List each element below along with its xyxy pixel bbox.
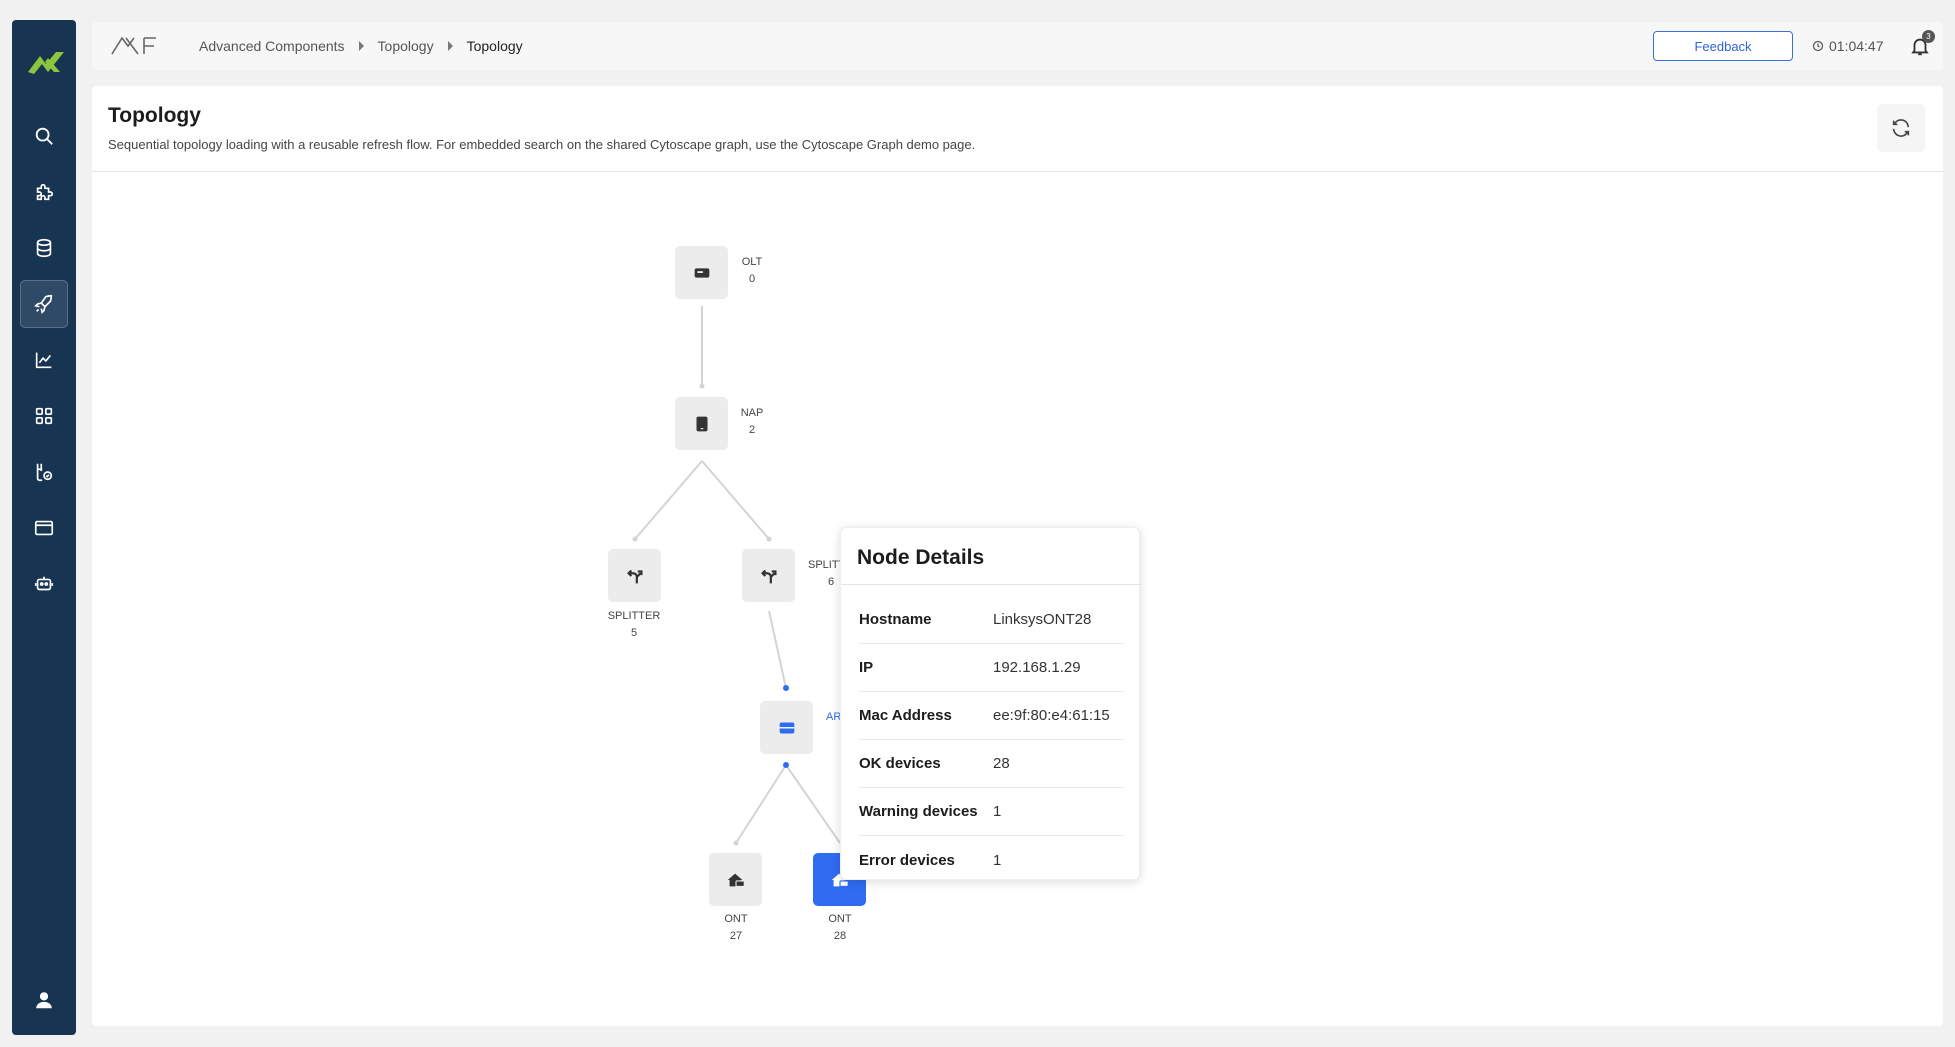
detail-value: 28 bbox=[993, 755, 1010, 772]
detail-key: OK devices bbox=[859, 755, 941, 772]
puzzle-icon bbox=[36, 183, 54, 201]
feedback-button[interactable]: Feedback bbox=[1653, 31, 1793, 61]
sidebar-item-charts[interactable] bbox=[20, 336, 68, 384]
topology-node-nap[interactable] bbox=[675, 397, 728, 450]
node-label-ont-27: ONT 27 bbox=[724, 913, 748, 942]
sidebar-item-windows[interactable] bbox=[20, 504, 68, 552]
top-bar: Advanced Components Topology Topology Fe… bbox=[92, 22, 1943, 70]
browser-window-icon bbox=[34, 520, 54, 536]
brand-logo[interactable] bbox=[110, 34, 162, 56]
detail-row-hostname: Hostname LinksysONT28 bbox=[859, 596, 1124, 644]
detail-value: ee:9f:80:e4:61:15 bbox=[993, 707, 1110, 724]
detail-row-error-devices: Error devices 1 bbox=[859, 836, 1124, 884]
sidebar bbox=[12, 20, 76, 1035]
chevron-right-icon bbox=[358, 41, 364, 51]
split-arrow-icon bbox=[760, 569, 777, 583]
home-network-icon bbox=[727, 873, 745, 887]
node-label-ont-28: ONT 28 bbox=[828, 913, 852, 942]
sidebar-item-tests[interactable] bbox=[20, 448, 68, 496]
sidebar-item-ai[interactable] bbox=[20, 560, 68, 608]
node-details-popup: Node Details Hostname LinksysONT28 IP 19… bbox=[840, 527, 1141, 880]
topology-node-ont-27[interactable] bbox=[709, 853, 762, 906]
topology-node-ar[interactable] bbox=[760, 701, 813, 754]
sidebar-item-components[interactable] bbox=[20, 168, 68, 216]
topology-node-splitter-5[interactable] bbox=[608, 549, 661, 602]
drive-icon bbox=[779, 722, 794, 733]
detail-value: 1 bbox=[993, 803, 1002, 820]
detail-row-warning-devices: Warning devices 1 bbox=[859, 788, 1124, 836]
session-timer: 01:04:47 bbox=[1812, 38, 1884, 54]
node-label-splitter-5: SPLITTER 5 bbox=[607, 610, 661, 639]
breadcrumb-current: Topology bbox=[466, 38, 523, 54]
refresh-icon bbox=[1892, 119, 1910, 137]
rocket-icon bbox=[34, 294, 53, 314]
grid-icon bbox=[35, 407, 53, 425]
sidebar-item-profile[interactable] bbox=[20, 976, 68, 1024]
detail-key: IP bbox=[859, 659, 874, 676]
sidebar-item-data[interactable] bbox=[20, 224, 68, 272]
detail-row-ok-devices: OK devices 28 bbox=[859, 740, 1124, 788]
sidebar-item-search[interactable] bbox=[20, 112, 68, 160]
detail-value: 1 bbox=[993, 851, 1002, 869]
tablet-icon bbox=[696, 416, 707, 431]
clock-icon bbox=[1812, 40, 1824, 52]
detail-key: Mac Address bbox=[859, 707, 952, 724]
page-description: Sequential topology loading with a reusa… bbox=[108, 137, 976, 152]
app-logo[interactable] bbox=[24, 44, 68, 78]
database-icon bbox=[36, 238, 52, 258]
sidebar-item-apps[interactable] bbox=[20, 392, 68, 440]
detail-value: 192.168.1.29 bbox=[993, 659, 1081, 676]
server-icon bbox=[694, 267, 709, 278]
robot-icon bbox=[34, 576, 54, 591]
node-label-olt: OLT 0 bbox=[741, 256, 763, 285]
topology-node-splitter-6[interactable] bbox=[742, 549, 795, 602]
breadcrumb-item[interactable]: Topology bbox=[378, 38, 434, 54]
user-icon bbox=[36, 992, 52, 1009]
notification-badge: 3 bbox=[1922, 30, 1935, 43]
detail-value: LinksysONT28 bbox=[993, 611, 1092, 628]
page-title: Topology bbox=[108, 104, 201, 127]
node-label-ar: AR bbox=[826, 711, 842, 723]
flask-check-icon bbox=[36, 463, 53, 482]
refresh-button[interactable] bbox=[1877, 104, 1925, 152]
chart-line-icon bbox=[35, 352, 52, 369]
breadcrumb: Advanced Components Topology Topology bbox=[199, 38, 523, 54]
search-icon bbox=[35, 127, 53, 145]
detail-key: Hostname bbox=[859, 611, 932, 628]
node-label-nap: NAP 2 bbox=[740, 407, 764, 436]
chevron-right-icon bbox=[447, 41, 453, 51]
split-arrow-icon bbox=[626, 569, 643, 583]
detail-key: Error devices bbox=[859, 851, 955, 869]
timer-value: 01:04:47 bbox=[1829, 38, 1884, 54]
divider bbox=[841, 584, 1141, 585]
node-details-title: Node Details bbox=[857, 546, 985, 569]
detail-row-ip: IP 192.168.1.29 bbox=[859, 644, 1124, 692]
sidebar-item-advanced[interactable] bbox=[20, 280, 68, 328]
breadcrumb-item[interactable]: Advanced Components bbox=[199, 38, 345, 54]
panel-header: Topology Sequential topology loading wit… bbox=[92, 86, 1943, 172]
topology-node-olt[interactable] bbox=[675, 246, 728, 299]
detail-row-mac-address: Mac Address ee:9f:80:e4:61:15 bbox=[859, 692, 1124, 740]
detail-key: Warning devices bbox=[859, 803, 978, 820]
